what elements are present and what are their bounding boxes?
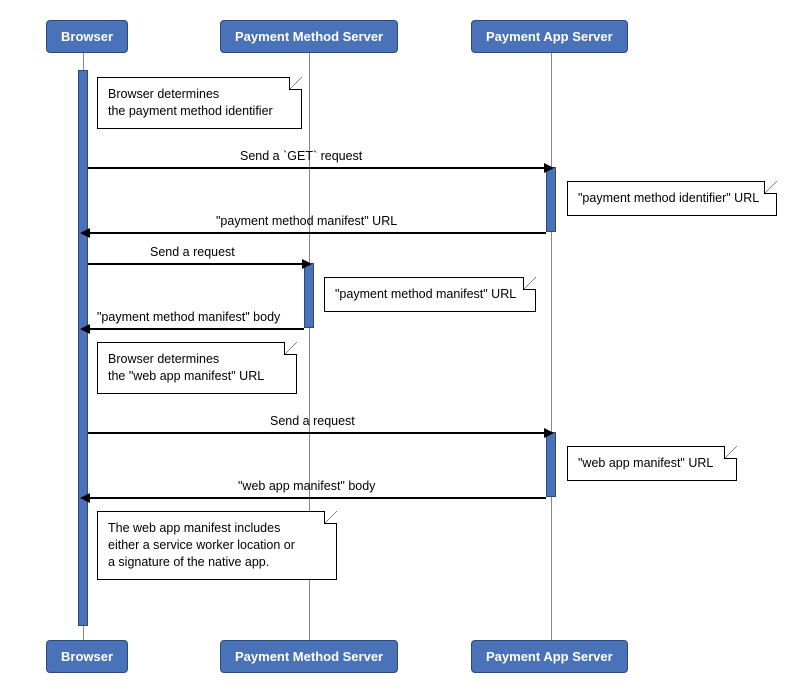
arrowhead-m2	[80, 228, 90, 238]
note-line: the "web app manifest" URL	[108, 369, 264, 383]
note-line: the payment method identifier	[108, 104, 273, 118]
arrow-m5	[88, 432, 546, 434]
participant-pas-top: Payment App Server	[471, 20, 628, 53]
note-text: "payment method manifest" URL	[335, 287, 516, 301]
msg-send-req-pas: Send a request	[270, 414, 355, 428]
arrowhead-m6	[80, 493, 90, 503]
arrowhead-m3	[302, 259, 312, 269]
participant-pas-bottom: Payment App Server	[471, 640, 628, 673]
arrowhead-m4	[80, 324, 90, 334]
arrow-m3	[88, 263, 304, 265]
note-line: The web app manifest includes	[108, 521, 280, 535]
activation-browser	[78, 70, 88, 626]
note-wam-includes: The web app manifest includes either a s…	[97, 511, 337, 580]
msg-send-req-pms: Send a request	[150, 245, 235, 259]
participant-pms-top: Payment Method Server	[220, 20, 398, 53]
note-line: Browser determines	[108, 87, 219, 101]
participant-pms-bottom: Payment Method Server	[220, 640, 398, 673]
arrow-m2	[88, 232, 546, 234]
note-pmi-url: "payment method identifier" URL	[567, 181, 777, 216]
participant-browser-top: Browser	[46, 20, 128, 53]
note-text: "web app manifest" URL	[578, 456, 713, 470]
arrow-m1	[88, 167, 546, 169]
note-wam-url: "web app manifest" URL	[567, 446, 737, 481]
arrowhead-m1	[544, 163, 554, 173]
msg-wam-body: "web app manifest" body	[238, 479, 375, 493]
arrowhead-m5	[544, 428, 554, 438]
lifeline-pas	[551, 50, 552, 650]
note-determines-pmi: Browser determines the payment method id…	[97, 77, 302, 129]
msg-pmm-url: "payment method manifest" URL	[216, 214, 397, 228]
msg-pmm-body: "payment method manifest" body	[97, 310, 280, 324]
msg-send-get: Send a `GET` request	[240, 149, 362, 163]
arrow-m4	[88, 328, 304, 330]
arrow-m6	[88, 497, 546, 499]
note-pmm-url: "payment method manifest" URL	[324, 277, 536, 312]
activation-pas-2	[546, 432, 556, 497]
note-text: "payment method identifier" URL	[578, 191, 759, 205]
note-determines-wam: Browser determines the "web app manifest…	[97, 342, 297, 394]
note-line: Browser determines	[108, 352, 219, 366]
activation-pas-1	[546, 167, 556, 232]
participant-browser-bottom: Browser	[46, 640, 128, 673]
note-line: either a service worker location or	[108, 538, 295, 552]
activation-pms	[304, 263, 314, 328]
note-line: a signature of the native app.	[108, 555, 269, 569]
